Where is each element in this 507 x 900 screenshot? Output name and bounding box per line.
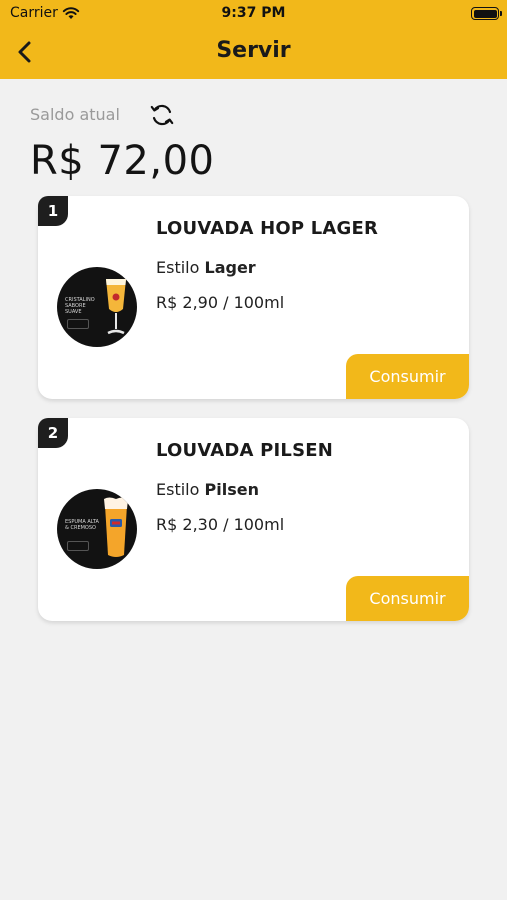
beer-style: Estilo Pilsen xyxy=(156,480,259,499)
beer-image: ESPUMA ALTA & CREMOSO xyxy=(57,489,137,569)
beer-name: LOUVADA PILSEN xyxy=(156,440,334,461)
beer-image-tag: CRISTALINO SABORE SUAVE xyxy=(65,297,95,315)
refresh-icon[interactable] xyxy=(148,101,176,129)
beer-price: R$ 2,30 / 100ml xyxy=(156,515,285,534)
beer-glass-icon xyxy=(104,497,128,557)
position-badge: 2 xyxy=(38,418,68,448)
balance-value: R$ 72,00 xyxy=(30,138,215,184)
balance-label: Saldo atual xyxy=(30,105,120,124)
beer-price: R$ 2,90 / 100ml xyxy=(156,293,285,312)
beer-card: 2 ESPUMA ALTA & CREMOSO LOUVADA PILSEN E… xyxy=(38,418,469,621)
beer-image-box xyxy=(67,541,89,551)
style-prefix: Estilo xyxy=(156,258,200,277)
clock: 9:37 PM xyxy=(221,5,286,21)
battery-icon xyxy=(471,7,502,20)
beer-image: CRISTALINO SABORE SUAVE xyxy=(57,267,137,347)
consume-button[interactable]: Consumir xyxy=(346,576,469,621)
page-title: Servir xyxy=(216,38,291,63)
beer-card: 1 CRISTALINO SABORE SUAVE LOUVADA HOP LA… xyxy=(38,196,469,399)
beer-style: Estilo Lager xyxy=(156,258,256,277)
consume-button[interactable]: Consumir xyxy=(346,354,469,399)
beer-image-box xyxy=(67,319,89,329)
beer-glass-icon xyxy=(106,279,126,335)
beer-name: LOUVADA HOP LAGER xyxy=(156,218,379,239)
style-prefix: Estilo xyxy=(156,480,200,499)
position-badge: 1 xyxy=(38,196,68,226)
style-value: Pilsen xyxy=(204,480,259,499)
style-value: Lager xyxy=(204,258,256,277)
beer-image-tag: ESPUMA ALTA & CREMOSO xyxy=(65,519,99,531)
status-bar: Carrier 9:37 PM xyxy=(0,0,507,28)
top-bar: Carrier 9:37 PM Servir xyxy=(0,0,507,79)
